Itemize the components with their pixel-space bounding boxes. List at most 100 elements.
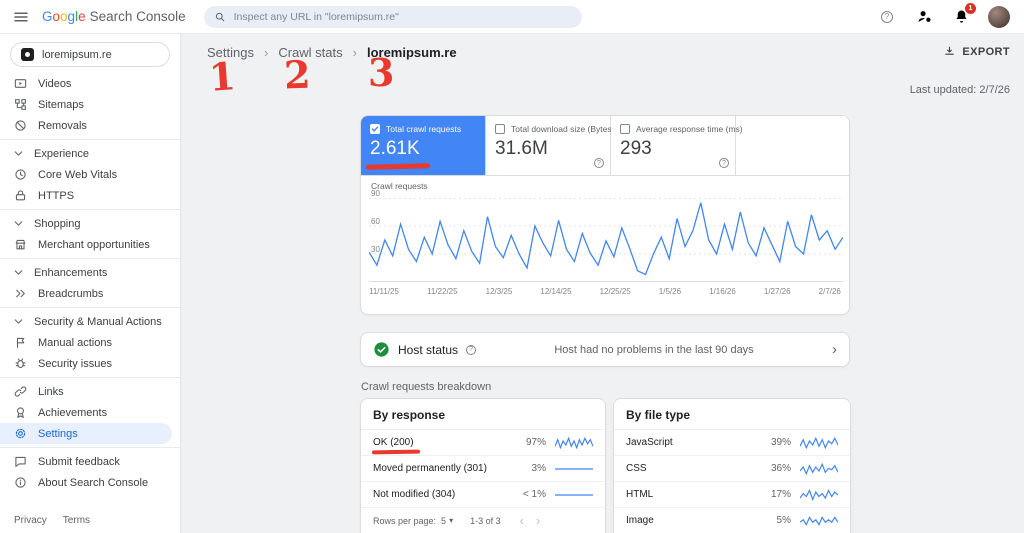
card-title: By file type (626, 408, 691, 422)
metric-tabs: Total crawl requests 2.61K Total downloa… (361, 116, 849, 176)
table-row[interactable]: OK (200) 97% (361, 429, 605, 455)
checkbox-unchecked-icon[interactable] (495, 124, 505, 134)
by-file-type-card: By file type JavaScript 39% CSS 36% HTML… (613, 398, 851, 533)
sidebar-item-videos[interactable]: Videos (0, 73, 180, 94)
y-axis-tick: 90 (371, 189, 380, 198)
breakdown-section-title: Crawl requests breakdown (361, 381, 492, 393)
metric-value: 2.61K (370, 138, 420, 159)
tab-total-crawl-requests[interactable]: Total crawl requests 2.61K (361, 116, 486, 175)
metric-value: 293 (620, 138, 652, 159)
crawl-requests-card: Total crawl requests 2.61K Total downloa… (360, 115, 850, 315)
search-icon (215, 12, 224, 21)
chevron-down-icon (14, 151, 23, 156)
crawl-requests-chart: Crawl requests 90 60 30 11/11/25 11/22/2… (361, 176, 849, 314)
tabs-filler (736, 116, 849, 175)
video-icon (14, 79, 27, 88)
tab-total-download-size[interactable]: Total download size (Bytes) 31.6M ? (486, 116, 614, 175)
chevron-right-icon: › (263, 45, 269, 60)
table-row[interactable]: Moved permanently (301) 3% (361, 455, 605, 481)
sidebar-item-settings[interactable]: Settings (0, 423, 172, 444)
terms-link[interactable]: Terms (63, 515, 90, 526)
sidebar-section-experience[interactable]: Experience (0, 143, 180, 164)
sidebar-item-removals[interactable]: Removals (0, 115, 180, 136)
help-icon: ? (881, 10, 893, 23)
feedback-icon (15, 456, 26, 467)
checkbox-checked-icon[interactable] (370, 124, 380, 134)
sidebar: loremipsum.re Videos Sitemaps Removals E… (0, 34, 181, 533)
property-name: loremipsum.re (42, 48, 112, 61)
app-logo: Google Search Console (42, 9, 186, 24)
top-header: Google Search Console ? 1 (0, 0, 1024, 34)
help-icon[interactable]: ? (466, 344, 477, 355)
removals-icon (15, 120, 26, 131)
sidebar-item-security-issues[interactable]: Security issues (0, 353, 180, 374)
url-inspect-searchbar[interactable] (203, 5, 582, 28)
next-page-icon[interactable]: › (536, 513, 540, 528)
sidebar-item-about[interactable]: About Search Console (0, 472, 180, 493)
sidebar-item-https[interactable]: HTTPS (0, 185, 180, 206)
breadcrumb-property: loremipsum.re (366, 45, 457, 60)
sidebar-section-shopping[interactable]: Shopping (0, 213, 180, 234)
double-chevron-icon (16, 289, 25, 298)
account-settings-button[interactable] (914, 7, 934, 27)
sidebar-item-merchant-opportunities[interactable]: Merchant opportunities (0, 234, 180, 255)
breadcrumb-crawl-stats[interactable]: Crawl stats (278, 45, 342, 60)
sidebar-item-breadcrumbs[interactable]: Breadcrumbs (0, 283, 180, 304)
chevron-down-icon (14, 270, 23, 275)
breadcrumb-settings[interactable]: Settings (207, 45, 254, 60)
chevron-down-icon (14, 319, 23, 324)
sidebar-item-submit-feedback[interactable]: Submit feedback (0, 451, 180, 472)
notifications-button[interactable]: 1 (951, 2, 976, 27)
brand-suffix: Search Console (89, 9, 186, 24)
sidebar-section-security[interactable]: Security & Manual Actions (0, 311, 180, 332)
help-icon[interactable]: ? (594, 158, 604, 168)
storefront-icon (15, 239, 26, 250)
table-row[interactable]: CSS 36% (614, 455, 850, 481)
sparkline (800, 488, 838, 501)
checkbox-unchecked-icon[interactable] (620, 124, 630, 134)
by-response-card: By response OK (200) 97% Moved permanent… (360, 398, 606, 533)
table-row[interactable]: JavaScript 39% (614, 429, 850, 455)
table-row[interactable]: Image 5% (614, 507, 850, 533)
screen: { "header": { "brand": { "google": "Goog… (0, 0, 1024, 533)
export-button[interactable]: EXPORT (943, 45, 1010, 58)
prev-page-icon[interactable]: ‹ (520, 513, 524, 528)
search-input[interactable] (233, 10, 572, 23)
table-row[interactable]: HTML 17% (614, 481, 850, 507)
menu-icon[interactable] (12, 8, 30, 26)
avatar[interactable] (988, 5, 1010, 28)
sidebar-section-enhancements[interactable]: Enhancements (0, 262, 180, 283)
pager-nav: ‹ › (520, 513, 541, 528)
sidebar-item-achievements[interactable]: Achievements (0, 402, 180, 423)
rows-per-page-label: Rows per page: (373, 515, 437, 526)
host-status-card[interactable]: Host status ? Host had no problems in th… (360, 332, 850, 367)
tab-average-response-time[interactable]: Average response time (ms) 293 ? (611, 116, 743, 175)
chevron-right-icon[interactable]: › (832, 341, 837, 358)
bug-icon (15, 358, 26, 369)
sparkline (555, 436, 593, 449)
help-button[interactable]: ? (877, 7, 897, 27)
sidebar-item-manual-actions[interactable]: Manual actions (0, 332, 180, 353)
sidebar-item-core-web-vitals[interactable]: Core Web Vitals (0, 164, 180, 185)
sidebar-footer: Privacy Terms (14, 515, 90, 526)
privacy-link[interactable]: Privacy (14, 515, 47, 526)
caret-down-icon: ▾ (449, 516, 454, 525)
sidebar-divider (0, 258, 180, 259)
host-status-label: Host status (398, 342, 459, 357)
sidebar-item-links[interactable]: Links (0, 381, 180, 402)
user-gear-icon (917, 11, 931, 22)
help-icon[interactable]: ? (719, 158, 729, 168)
sparkline (800, 462, 838, 475)
property-selector[interactable]: loremipsum.re (10, 42, 170, 67)
flag-icon (16, 337, 25, 348)
sparkline (800, 515, 838, 526)
property-icon (21, 48, 34, 61)
x-axis-labels: 11/11/25 11/22/25 12/3/25 12/14/25 12/25… (369, 287, 841, 296)
sparkline (555, 467, 593, 470)
sidebar-item-sitemaps[interactable]: Sitemaps (0, 94, 180, 115)
medal-icon (16, 407, 25, 418)
sidebar-divider (0, 447, 180, 448)
table-row[interactable]: Not modified (304) < 1% (361, 481, 605, 507)
sidebar-divider (0, 307, 180, 308)
rows-per-page-select[interactable]: 5 ▾ (441, 516, 453, 526)
